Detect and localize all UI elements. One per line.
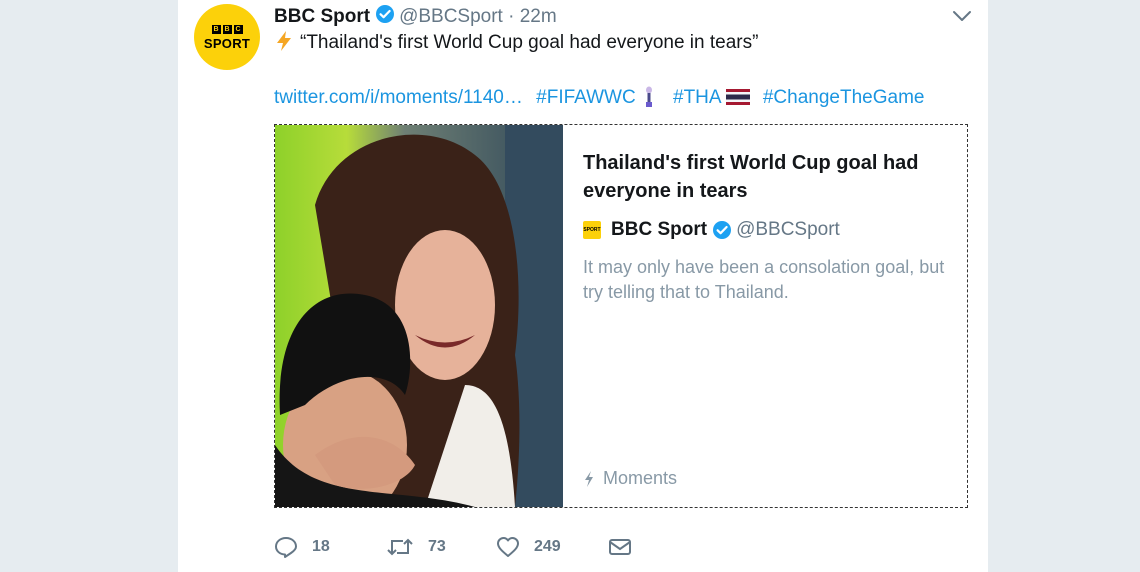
- like-count: 249: [534, 538, 561, 555]
- tweet-body: “Thailand's first World Cup goal had eve…: [300, 32, 759, 53]
- card-author-handle: @BBCSport: [736, 219, 840, 240]
- tweet-text: “Thailand's first World Cup goal had eve…: [274, 30, 758, 55]
- tweet-links: twitter.com/i/moments/1140… #FIFAWWC #TH…: [274, 86, 932, 110]
- avatar[interactable]: B B C SPORT: [194, 4, 260, 70]
- bbc-sport-mini-logo-icon: SPORT: [583, 221, 601, 239]
- moment-link[interactable]: twitter.com/i/moments/1140…: [274, 87, 523, 108]
- display-name[interactable]: BBC Sport: [274, 6, 370, 27]
- sport-logo-text: SPORT: [203, 35, 251, 51]
- reply-button[interactable]: 18: [274, 536, 386, 558]
- timestamp[interactable]: 22m: [520, 6, 557, 27]
- lightning-bolt-icon: [277, 31, 291, 51]
- envelope-icon: [609, 539, 631, 555]
- tweet-actions: 18 73 249: [274, 536, 632, 558]
- heart-icon: [497, 537, 519, 557]
- hashtag-tha[interactable]: #THA: [673, 87, 722, 108]
- handle[interactable]: @BBCSport: [399, 6, 503, 27]
- card-body: Thailand's first World Cup goal had ever…: [563, 125, 967, 507]
- separator-dot: ·: [508, 6, 515, 27]
- hashtag-changethegame[interactable]: #ChangeTheGame: [763, 87, 925, 108]
- reply-count: 18: [312, 538, 330, 555]
- bbc-logo: B B C: [211, 24, 243, 34]
- card-author-name: BBC Sport: [611, 219, 708, 240]
- retweet-button[interactable]: 73: [386, 536, 496, 558]
- moments-bolt-icon: [585, 470, 593, 487]
- retweet-icon: [387, 538, 413, 556]
- tweet-header: BBC Sport @BBCSport · 22m: [274, 4, 557, 28]
- card-author: SPORT BBC Sport @BBCSport: [583, 219, 947, 241]
- reply-icon: [275, 537, 297, 558]
- like-button[interactable]: 249: [496, 536, 608, 558]
- thailand-flag-icon: [725, 89, 750, 105]
- hashtag-fifawwc[interactable]: #FIFAWWC: [536, 87, 636, 108]
- verified-badge-icon: [376, 5, 395, 23]
- crying-fans-photo: [275, 125, 563, 507]
- trophy-emoji-icon: [645, 86, 652, 107]
- verified-badge-icon: [713, 221, 732, 239]
- card-footer: Moments: [583, 468, 677, 489]
- direct-message-button[interactable]: [608, 537, 632, 557]
- moment-card[interactable]: Thailand's first World Cup goal had ever…: [274, 124, 968, 508]
- card-image: [275, 125, 563, 507]
- retweet-count: 73: [428, 538, 446, 555]
- tweet-card[interactable]: B B C SPORT BBC Sport @BBCSport · 22m “Th…: [178, 0, 988, 572]
- moments-label: Moments: [603, 468, 678, 488]
- card-title[interactable]: Thailand's first World Cup goal had ever…: [583, 149, 947, 205]
- chevron-down-icon[interactable]: [952, 9, 972, 23]
- card-description: It may only have been a consolation goal…: [583, 257, 945, 302]
